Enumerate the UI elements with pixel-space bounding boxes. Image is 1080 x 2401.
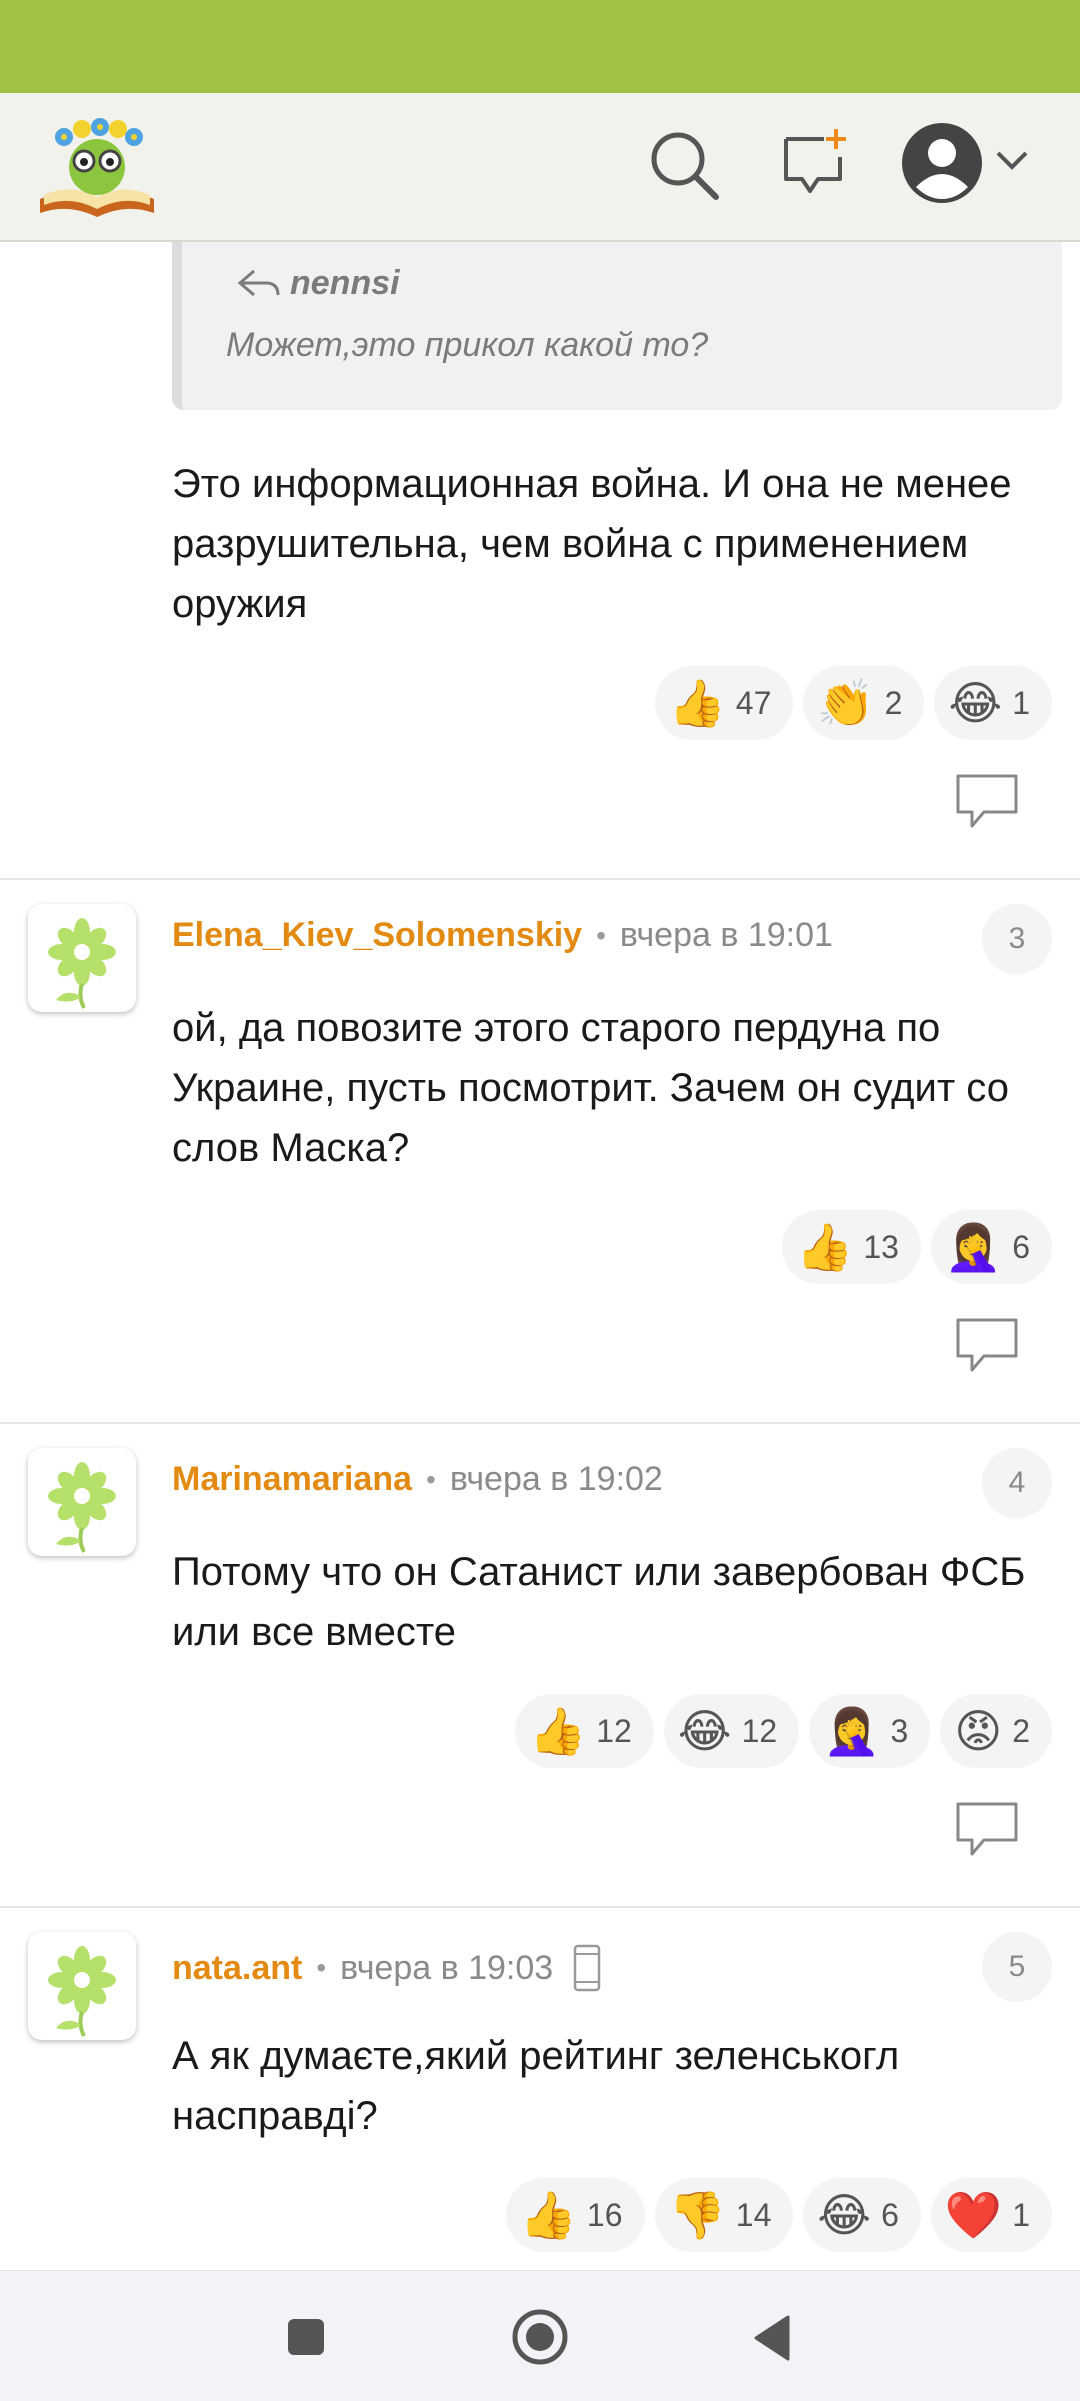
- facepalm-icon: 🤦‍♀️: [944, 1221, 1003, 1273]
- comment-number[interactable]: 5: [982, 1932, 1052, 2002]
- reaction-laugh[interactable]: 😂 6: [803, 2178, 921, 2252]
- laughing-icon: 😂: [817, 2189, 872, 2241]
- timestamp[interactable]: вчера в 19:02: [450, 1460, 663, 1499]
- reply-icon[interactable]: [954, 1800, 1020, 1860]
- comment-meta: Marinamariana • вчера в 19:02: [172, 1460, 663, 1499]
- reaction-count: 14: [735, 2196, 772, 2233]
- thumbs-down-icon: 👎: [668, 2189, 726, 2241]
- comments-feed: nennsi Может,это прикол какой то? Это ин…: [0, 242, 1080, 2270]
- comment-text: Потому что он Сатанист или завербован ФС…: [172, 1550, 1026, 1654]
- avatar[interactable]: [28, 1448, 136, 1556]
- reaction-count: 47: [735, 684, 772, 721]
- reactions-bar: 👍 16 👎 14 😂 6 ❤️ 1: [505, 2178, 1052, 2252]
- reactions-bar: 👍 12 😂 12 🤦‍♀️ 3 😡 2: [514, 1694, 1052, 1768]
- reaction-like[interactable]: 👍 47: [654, 666, 794, 740]
- reaction-count: 2: [1012, 1712, 1030, 1749]
- status-bar: [0, 0, 1080, 93]
- flower-avatar-icon: [48, 1462, 116, 1553]
- comment-text: А як думаєте,який рейтинг зеленськогл на…: [172, 2034, 900, 2138]
- chevron-down-icon[interactable]: [994, 149, 1030, 173]
- reaction-laugh[interactable]: 😂 1: [934, 666, 1052, 740]
- reply-arrow-icon: [237, 269, 280, 296]
- quoted-text: Может,это прикол какой то?: [226, 326, 709, 364]
- flower-avatar-icon: [48, 918, 116, 1009]
- reaction-count: 12: [741, 1712, 778, 1749]
- reaction-count: 2: [884, 684, 903, 721]
- reaction-count: 1: [1012, 684, 1030, 721]
- heart-icon: ❤️: [944, 2189, 1003, 2241]
- divider: [0, 1422, 1080, 1424]
- quoted-author[interactable]: nennsi: [290, 264, 400, 303]
- reactions-bar: 👍 13 🤦‍♀️ 6: [782, 1210, 1052, 1284]
- search-icon[interactable]: [648, 129, 720, 201]
- author-name[interactable]: Marinamariana: [172, 1460, 412, 1499]
- home-icon[interactable]: [510, 2307, 570, 2367]
- author-name[interactable]: Elena_Kiev_Solomenskiy: [172, 916, 582, 955]
- reply-icon[interactable]: [954, 1316, 1020, 1376]
- laughing-icon: 😂: [948, 677, 1003, 729]
- reaction-facepalm[interactable]: 🤦‍♀️ 6: [930, 1210, 1052, 1284]
- thumbs-up-icon: 👍: [668, 677, 726, 729]
- comment-meta: nata.ant • вчера в 19:03: [172, 1944, 607, 1992]
- back-icon[interactable]: [752, 2315, 792, 2361]
- comment-number[interactable]: 4: [982, 1448, 1052, 1518]
- reaction-count: 3: [890, 1712, 909, 1749]
- logo-icon[interactable]: [34, 109, 160, 221]
- reaction-heart[interactable]: ❤️ 1: [930, 2178, 1052, 2252]
- reaction-laugh[interactable]: 😂 12: [663, 1694, 800, 1768]
- reaction-count: 12: [596, 1712, 632, 1749]
- angry-icon: 😡: [954, 1705, 1003, 1757]
- divider: [0, 1906, 1080, 1908]
- flower-avatar-icon: [48, 1946, 116, 2037]
- reaction-count: 6: [1012, 1228, 1030, 1265]
- new-post-icon[interactable]: [780, 127, 850, 197]
- laughing-icon: 😂: [677, 1705, 732, 1757]
- reply-icon[interactable]: [954, 772, 1020, 832]
- timestamp[interactable]: вчера в 19:01: [620, 916, 833, 955]
- avatar[interactable]: [28, 904, 136, 1012]
- reaction-count: 1: [1012, 2196, 1030, 2233]
- app-header: [0, 93, 1080, 242]
- reaction-like[interactable]: 👍 16: [505, 2178, 645, 2252]
- reaction-angry[interactable]: 😡 2: [940, 1694, 1052, 1768]
- comment-text: Это информационная война. И она не менее…: [172, 462, 1012, 626]
- comment-meta: Elena_Kiev_Solomenskiy • вчера в 19:01: [172, 916, 833, 955]
- recents-icon[interactable]: [286, 2317, 326, 2357]
- reaction-like[interactable]: 👍 13: [782, 1210, 921, 1284]
- thumbs-up-icon: 👍: [528, 1705, 587, 1757]
- quoted-comment[interactable]: nennsi Может,это прикол какой то?: [172, 242, 1062, 410]
- reaction-count: 13: [863, 1228, 899, 1265]
- thumbs-up-icon: 👍: [796, 1221, 854, 1273]
- profile-icon[interactable]: [900, 121, 984, 205]
- clap-icon: 👏: [817, 677, 875, 729]
- reaction-facepalm[interactable]: 🤦‍♀️ 3: [809, 1694, 931, 1768]
- reaction-count: 6: [881, 2196, 899, 2233]
- avatar[interactable]: [28, 1932, 136, 2040]
- mobile-device-icon: [573, 1944, 601, 1992]
- reaction-clap[interactable]: 👏 2: [803, 666, 925, 740]
- system-navigation-bar: [0, 2270, 1080, 2401]
- reaction-like[interactable]: 👍 12: [514, 1694, 654, 1768]
- timestamp[interactable]: вчера в 19:03: [340, 1949, 553, 1988]
- reactions-bar: 👍 47 👏 2 😂 1: [654, 666, 1052, 740]
- comment-number[interactable]: 3: [982, 904, 1052, 974]
- comment-text: ой, да повозите этого старого пердуна по…: [172, 1006, 1009, 1170]
- author-name[interactable]: nata.ant: [172, 1949, 302, 1988]
- reaction-count: 16: [586, 2196, 623, 2233]
- divider: [0, 878, 1080, 880]
- thumbs-up-icon: 👍: [519, 2189, 577, 2241]
- facepalm-icon: 🤦‍♀️: [823, 1705, 881, 1757]
- reaction-dislike[interactable]: 👎 14: [654, 2178, 794, 2252]
